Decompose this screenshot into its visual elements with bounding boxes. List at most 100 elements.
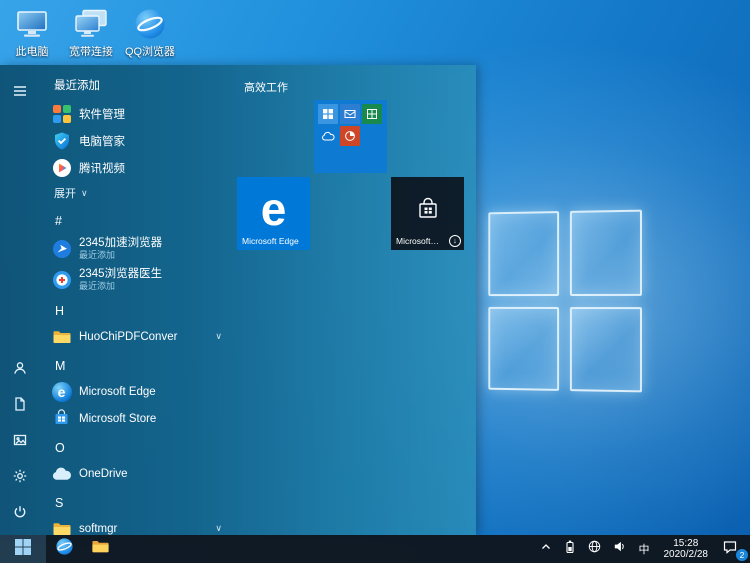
speaker-icon bbox=[612, 539, 627, 559]
action-center-button[interactable]: 2 bbox=[715, 535, 750, 563]
taskbar-clock[interactable]: 15:28 2020/2/28 bbox=[657, 535, 716, 563]
power-icon bbox=[12, 504, 28, 525]
gear-icon bbox=[12, 468, 28, 489]
app-item-tencent-video[interactable]: 腾讯视频 bbox=[40, 154, 234, 181]
user-account-button[interactable] bbox=[0, 352, 40, 388]
menu-hamburger-button[interactable] bbox=[0, 75, 40, 111]
tile-grid: e Microsoft Edge Microsoft Store ↓ bbox=[237, 100, 467, 260]
logo-pane bbox=[569, 307, 642, 393]
logo-pane bbox=[488, 211, 558, 295]
chevron-up-icon bbox=[539, 540, 553, 559]
app-item-microsoft-edge[interactable]: e Microsoft Edge bbox=[40, 378, 234, 405]
power-button[interactable] bbox=[0, 496, 40, 532]
rail-settings-button[interactable] bbox=[0, 460, 40, 496]
tile-microsoft-store[interactable]: Microsoft Store ↓ bbox=[391, 177, 464, 250]
desktop-icon-label: 此电脑 bbox=[16, 43, 49, 59]
recent-added-header: 最近添加 bbox=[54, 77, 234, 93]
tile-label: Microsoft Edge bbox=[242, 236, 299, 246]
qq-browser-taskbar-button[interactable] bbox=[46, 535, 82, 563]
ime-indicator[interactable]: 中 bbox=[632, 535, 657, 563]
app-label: Microsoft Store bbox=[79, 413, 156, 425]
windows-flag-icon bbox=[15, 539, 31, 560]
app-sublabel: 最近添加 bbox=[79, 250, 162, 260]
mail-app-icon bbox=[340, 104, 360, 124]
app-item-pc-manager[interactable]: 电脑管家 bbox=[40, 127, 234, 154]
app-item-softmgr[interactable]: softmgr ∨ bbox=[40, 515, 234, 535]
start-button[interactable] bbox=[0, 535, 46, 563]
windows-logo-wallpaper bbox=[488, 210, 642, 393]
taskbar: 中 15:28 2020/2/28 2 bbox=[0, 535, 750, 563]
store-bag-icon bbox=[51, 408, 72, 429]
section-letter-o[interactable]: O bbox=[40, 436, 234, 460]
desktop-icon-this-pc[interactable]: 此电脑 bbox=[4, 5, 60, 61]
folder-icon bbox=[91, 537, 110, 561]
app-label: 软件管理 bbox=[79, 106, 125, 122]
section-letter-h[interactable]: H bbox=[40, 299, 234, 323]
user-icon bbox=[12, 360, 28, 381]
chevron-down-icon: ∨ bbox=[215, 523, 222, 534]
window-app-icon bbox=[318, 104, 338, 124]
app-item-2345-speed-browser[interactable]: 2345加速浏览器 最近添加 bbox=[40, 233, 234, 264]
start-menu-rail bbox=[0, 65, 40, 535]
app-item-software-manager[interactable]: 软件管理 bbox=[40, 100, 234, 127]
tile-folder-group[interactable] bbox=[314, 100, 387, 173]
this-pc-icon bbox=[14, 7, 50, 41]
2345-browser-icon bbox=[51, 238, 72, 259]
expand-button[interactable]: 展开 ∨ bbox=[40, 181, 234, 205]
battery-tray-button[interactable] bbox=[558, 535, 582, 563]
play-icon bbox=[51, 157, 72, 178]
app-label: 2345加速浏览器 bbox=[79, 237, 162, 250]
app-sublabel: 最近添加 bbox=[79, 281, 162, 291]
document-icon bbox=[12, 396, 28, 417]
app-label: 电脑管家 bbox=[79, 133, 125, 149]
volume-tray-button[interactable] bbox=[607, 535, 632, 563]
notification-badge: 2 bbox=[736, 549, 748, 561]
app-item-2345-browser-doctor[interactable]: 2345浏览器医生 最近添加 bbox=[40, 264, 234, 295]
store-bag-icon bbox=[415, 196, 441, 222]
file-explorer-button[interactable] bbox=[82, 535, 118, 563]
folder-icon bbox=[51, 518, 72, 535]
network-tray-button[interactable] bbox=[582, 535, 607, 563]
cloud-icon bbox=[51, 463, 72, 484]
section-letter-hash[interactable]: # bbox=[40, 209, 234, 233]
tile-microsoft-edge[interactable]: e Microsoft Edge bbox=[237, 177, 310, 250]
app-item-onedrive[interactable]: OneDrive bbox=[40, 460, 234, 487]
clock-date: 2020/2/28 bbox=[664, 549, 709, 560]
tray-expand-button[interactable] bbox=[534, 535, 558, 563]
desktop-icon-area: 此电脑 宽带连接 bbox=[4, 5, 178, 61]
app-label: Microsoft Edge bbox=[79, 386, 156, 398]
logo-pane bbox=[488, 306, 558, 390]
hamburger-icon bbox=[12, 83, 28, 104]
tile-label: Microsoft Store bbox=[396, 236, 440, 246]
section-letter-m[interactable]: M bbox=[40, 354, 234, 378]
folder-icon bbox=[51, 326, 72, 347]
presentation-app-icon bbox=[340, 126, 360, 146]
section-letter-s[interactable]: S bbox=[40, 491, 234, 515]
shield-icon bbox=[51, 130, 72, 151]
desktop-screen: 此电脑 宽带连接 bbox=[0, 0, 750, 563]
battery-icon bbox=[563, 539, 577, 560]
clock-time: 15:28 bbox=[673, 538, 698, 549]
software-manager-icon bbox=[51, 103, 72, 124]
desktop-icon-label: 宽带连接 bbox=[69, 43, 113, 59]
app-label: OneDrive bbox=[79, 468, 128, 480]
tile-group-title[interactable]: 高效工作 bbox=[244, 79, 476, 95]
cloud-app-icon bbox=[318, 126, 338, 146]
edge-e-glyph: e bbox=[58, 385, 66, 399]
app-item-huochipdfconver[interactable]: HuoChiPDFConver ∨ bbox=[40, 323, 234, 350]
desktop-icon-label: QQ浏览器 bbox=[125, 43, 175, 59]
app-item-microsoft-store[interactable]: Microsoft Store bbox=[40, 405, 234, 432]
browser-doctor-icon bbox=[51, 269, 72, 290]
store-status-badge: ↓ bbox=[449, 235, 461, 247]
broadband-connection-icon bbox=[73, 7, 109, 41]
desktop-icon-broadband[interactable]: 宽带连接 bbox=[63, 5, 119, 61]
logo-pane bbox=[569, 210, 642, 296]
pictures-button[interactable] bbox=[0, 424, 40, 460]
edge-icon: e bbox=[51, 381, 72, 402]
chevron-down-icon: ∨ bbox=[81, 188, 88, 199]
chevron-down-icon: ∨ bbox=[215, 331, 222, 342]
desktop-icon-qq-browser[interactable]: QQ浏览器 bbox=[122, 5, 178, 61]
expand-label: 展开 bbox=[54, 185, 76, 201]
qq-browser-icon bbox=[55, 537, 74, 561]
documents-button[interactable] bbox=[0, 388, 40, 424]
